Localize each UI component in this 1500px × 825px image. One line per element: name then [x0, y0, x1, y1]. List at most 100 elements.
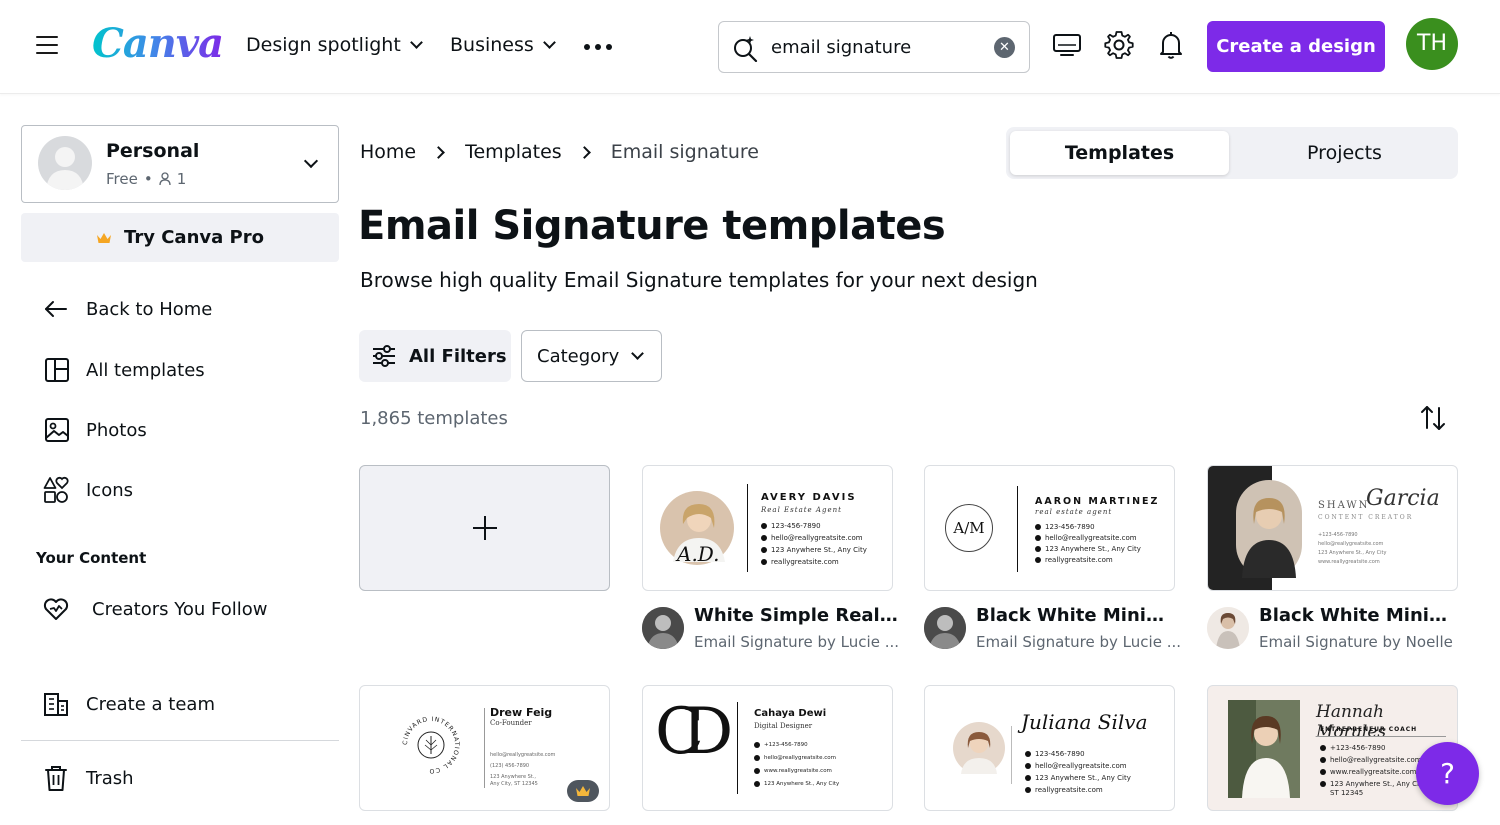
sidebar-item-creators-you-follow[interactable]: Creators You Follow — [42, 595, 267, 623]
chevron-down-icon — [542, 36, 556, 49]
breadcrumb-current: Email signature — [610, 141, 759, 163]
help-button[interactable]: ? — [1416, 742, 1479, 805]
creator-avatar — [1207, 607, 1249, 649]
template-preview-name: AARON MARTINEZ — [1035, 496, 1160, 507]
template-preview-name: Drew Feig — [490, 706, 553, 719]
template-card[interactable]: CD Cahaya Dewi Digital Designer +123-456… — [642, 685, 893, 811]
template-card[interactable]: Hannah Morales ENTREPRENEUR COACH +123-4… — [1207, 685, 1458, 811]
pro-badge — [567, 780, 599, 802]
template-preview-role: ENTREPRENEUR COACH — [1320, 726, 1418, 733]
creator-avatar — [642, 607, 684, 649]
account-plan: Free • 1 — [106, 170, 187, 188]
template-card[interactable]: Juliana Silva 123-456-7890 hello@reallyg… — [924, 685, 1175, 811]
crown-icon — [576, 786, 590, 796]
create-blank-card[interactable] — [359, 465, 610, 591]
page-subtitle: Browse high quality Email Signature temp… — [360, 268, 1038, 292]
breadcrumb: Home Templates Email signature — [360, 141, 759, 163]
template-preview-role: Digital Designer — [754, 722, 813, 730]
template-preview-role: Co-Founder — [490, 719, 532, 727]
templates-icon — [45, 358, 69, 382]
template-photo — [1236, 480, 1302, 578]
tab-projects[interactable]: Projects — [1235, 131, 1454, 175]
template-seal-logo: CINVARD INTERNATIONAL CO — [402, 716, 459, 774]
template-card[interactable]: SHAWN Garcia CONTENT CREATOR +123-456-78… — [1207, 465, 1458, 591]
template-preview-role: Real Estate Agent — [761, 506, 842, 514]
gear-icon[interactable] — [1104, 30, 1134, 60]
template-photo — [1228, 700, 1300, 798]
person-placeholder-icon — [46, 147, 84, 190]
sidebar-item-all-templates[interactable]: All templates — [42, 356, 205, 384]
all-filters-button[interactable]: All Filters — [359, 330, 511, 382]
search-box: ✕ — [718, 21, 1030, 73]
breadcrumb-home[interactable]: Home — [360, 141, 416, 163]
template-photo — [953, 722, 1005, 774]
user-avatar[interactable]: TH — [1406, 18, 1458, 70]
your-content-heading: Your Content — [36, 549, 147, 567]
photo-icon — [45, 418, 69, 442]
chevron-down-icon — [631, 347, 645, 360]
magic-search-icon — [734, 36, 758, 62]
sidebar-item-icons[interactable]: Icons — [42, 476, 133, 504]
sidebar-item-trash[interactable]: Trash — [42, 764, 134, 792]
chevron-right-icon — [577, 145, 591, 159]
canva-logo[interactable]: Canva — [92, 20, 224, 67]
template-meta[interactable]: Black White Minimali... Email Signature … — [1207, 605, 1467, 655]
search-input[interactable] — [771, 32, 981, 62]
templates-projects-toggle: Templates Projects — [1006, 127, 1458, 179]
template-preview-role: real estate agent — [1035, 508, 1113, 516]
shapes-icon — [43, 476, 69, 503]
template-creator: Email Signature by Lucie ... — [694, 633, 899, 651]
arrow-left-icon — [45, 301, 67, 317]
template-preview-name: Cahaya Dewi — [754, 708, 827, 719]
trash-icon — [45, 766, 67, 791]
template-creator: Email Signature by Noelle — [1259, 633, 1453, 651]
heart-icon — [43, 598, 69, 620]
account-avatar — [38, 136, 92, 190]
page-title: Email Signature templates — [358, 203, 946, 249]
sort-icon[interactable] — [1418, 403, 1448, 433]
chevron-down-icon — [409, 36, 423, 49]
sidebar-item-create-team[interactable]: Create a team — [42, 690, 215, 718]
template-monogram: A/M — [945, 504, 993, 552]
template-count: 1,865 templates — [360, 408, 508, 429]
template-card[interactable]: A/M AARON MARTINEZ real estate agent 123… — [924, 465, 1175, 591]
template-card[interactable]: A.D. AVERY DAVIS Real Estate Agent 123-4… — [642, 465, 893, 591]
chevron-down-icon — [303, 153, 319, 169]
template-meta[interactable]: Black White Minimal ... Email Signature … — [924, 605, 1184, 655]
template-title: Black White Minimal ... — [976, 605, 1182, 626]
sidebar-divider — [21, 740, 339, 741]
sidebar-item-back-home[interactable]: Back to Home — [42, 295, 212, 323]
sidebar-item-photos[interactable]: Photos — [42, 416, 147, 444]
desktop-app-icon[interactable] — [1052, 30, 1082, 60]
clear-search-icon[interactable]: ✕ — [994, 37, 1015, 58]
chevron-right-icon — [432, 145, 445, 159]
template-title: White Simple Real Es... — [694, 605, 900, 626]
member-icon — [159, 172, 171, 186]
breadcrumb-templates[interactable]: Templates — [465, 141, 562, 163]
template-signature-script: Juliana Silva — [1021, 710, 1148, 734]
nav-business[interactable]: Business — [450, 34, 556, 56]
tab-templates[interactable]: Templates — [1010, 131, 1229, 175]
template-preview-role: CONTENT CREATOR — [1318, 514, 1414, 521]
top-header: Canva Design spotlight Business ✕ Create… — [0, 0, 1500, 94]
nav-design-spotlight[interactable]: Design spotlight — [246, 34, 423, 56]
template-signature-script: Garcia — [1366, 486, 1440, 511]
bell-icon[interactable] — [1156, 30, 1186, 60]
plus-icon — [473, 516, 497, 540]
crown-icon — [97, 232, 112, 243]
creator-avatar — [924, 607, 966, 649]
menu-icon[interactable] — [36, 36, 58, 56]
template-meta[interactable]: White Simple Real Es... Email Signature … — [642, 605, 902, 655]
account-name: Personal — [106, 140, 200, 162]
template-preview-name: SHAWN — [1318, 500, 1370, 511]
try-canva-pro-button[interactable]: Try Canva Pro — [21, 213, 339, 262]
sliders-icon — [373, 345, 395, 367]
template-monogram: CD — [655, 695, 733, 769]
template-card[interactable]: CINVARD INTERNATIONAL CO Drew Feig Co-Fo… — [359, 685, 610, 811]
account-switcher[interactable]: Personal Free • 1 — [21, 125, 339, 203]
create-design-button[interactable]: Create a design — [1207, 21, 1385, 72]
category-dropdown[interactable]: Category — [521, 330, 662, 382]
template-title: Black White Minimali... — [1259, 605, 1465, 626]
building-icon — [44, 693, 68, 716]
more-icon[interactable] — [584, 44, 612, 50]
